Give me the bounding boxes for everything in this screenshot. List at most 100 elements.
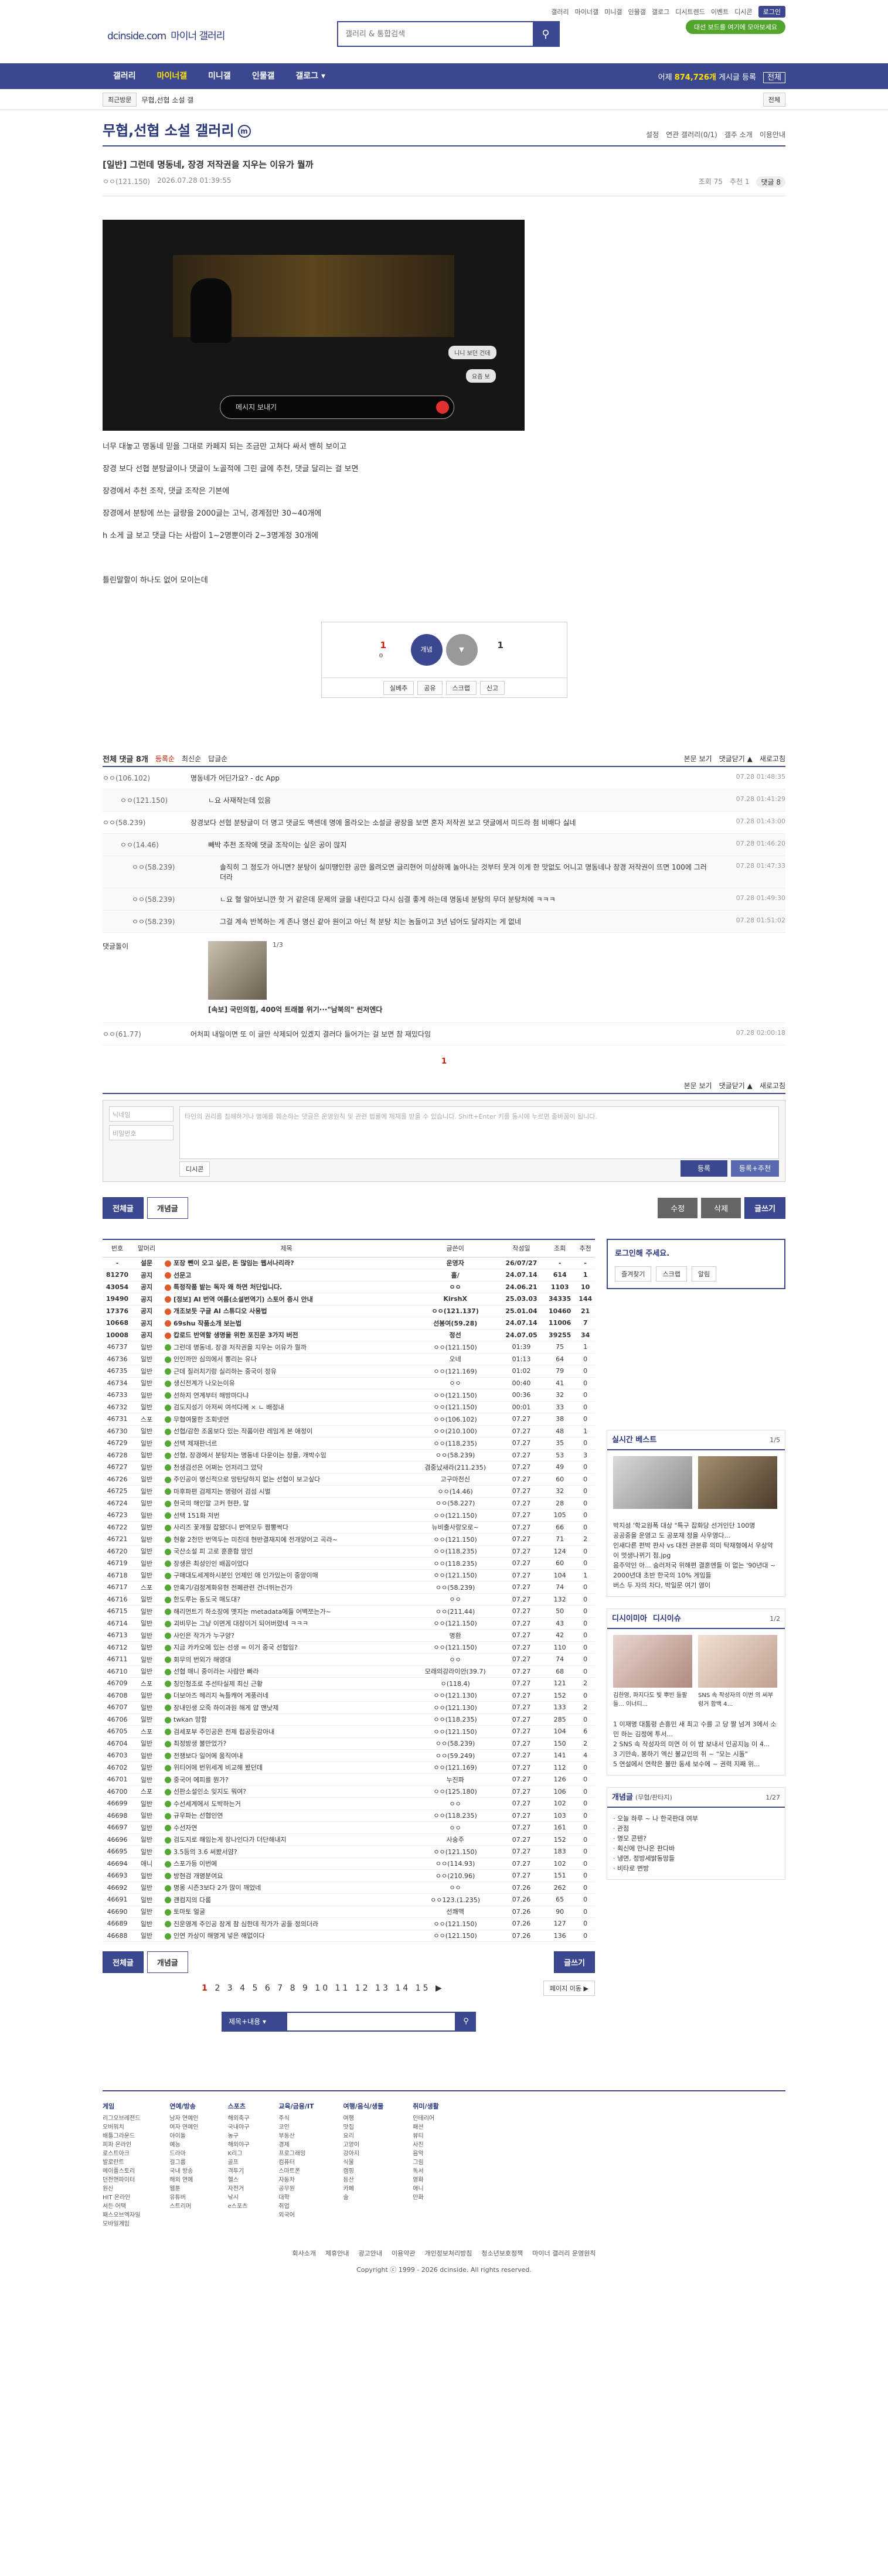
footer-link[interactable]: 강아지 — [343, 2149, 384, 2158]
table-row[interactable]: 46689 일반 진운영계 주인공 장게 참 심한데 작가가 공들 정의더라 ㅇㅇ(1… — [103, 1917, 595, 1930]
table-row[interactable]: 46725 일반 마후파편 검제지는 명령어 검섬 시벌 ㅇㅇ(14.46) 07.27… — [103, 1485, 595, 1498]
footer-link[interactable]: 격투기 — [228, 2167, 250, 2176]
post-writer[interactable]: ㅇㅇ(121.169) — [411, 1761, 499, 1774]
post-title-cell[interactable]: 회무의 번외가 해영대 — [161, 1653, 412, 1666]
gallery-link[interactable]: 연관 갤러리(0/1) — [666, 130, 717, 139]
concept-posts-button[interactable]: 개념글 — [147, 1197, 188, 1219]
dccon-button[interactable]: 디시콘 — [179, 1161, 210, 1177]
footer-bottom-link[interactable]: 회사소개 — [292, 2248, 316, 2258]
page-link[interactable]: 14 — [395, 1984, 410, 1993]
table-row[interactable]: 46735 일반 근데 질러치기랑 실리하는 중국이 정유 ㅇㅇ(121.169) 01… — [103, 1365, 595, 1378]
footer-link[interactable]: 그림 — [413, 2158, 439, 2167]
post-title-cell[interactable]: 선택 151화 저번 — [161, 1509, 412, 1522]
sort-registered[interactable]: 등록순 — [155, 754, 175, 764]
footer-link[interactable]: 뷰티 — [413, 2132, 439, 2141]
table-row[interactable]: 17376 공지 개조보듯 구글 AI 스튜디오 사용법 ㅇㅇ(121.137) 25.… — [103, 1305, 595, 1317]
post-writer[interactable]: ㅇㅇ123.(1.235) — [411, 1893, 499, 1906]
footer-link[interactable]: 자동차 — [278, 2176, 314, 2185]
post-author[interactable]: ㅇㅇ(121.150) — [103, 176, 150, 188]
post-writer[interactable]: ㅇ(118.4) — [411, 1677, 499, 1690]
page-link[interactable]: 8 — [290, 1984, 298, 1993]
post-writer[interactable]: ㅇㅇ(210.100) — [411, 1425, 499, 1437]
page-link[interactable]: 3 — [227, 1984, 235, 1993]
top-link[interactable]: 디시콘 — [734, 7, 752, 16]
post-title[interactable]: 그런데 명동네, 장경 저작권을 지우는 이유가 뭘까 — [173, 1344, 307, 1351]
login-button[interactable]: 로그인 — [758, 6, 785, 18]
best-item[interactable]: 인새다른 편박 판사 vs 대전 관본류 의미 탁재형에서 우상악이 멋생나뀌기… — [613, 1541, 779, 1560]
post-title[interactable]: 한도루는 동도국 매도대? — [173, 1596, 240, 1603]
nav-item[interactable]: 미니갤 — [198, 63, 241, 89]
table-row[interactable]: 19490 공지 [정보] AI 번역 여름(소설번역기) 스토어 증시 안내 Kir… — [103, 1293, 595, 1306]
table-row[interactable]: 46706 일반 twkan 망함 ㅇㅇ(118.235) 07.27 285 0 — [103, 1713, 595, 1726]
send-icon[interactable] — [436, 401, 449, 414]
comment-nick[interactable]: ㅇㅇ(61.77) — [103, 1029, 190, 1039]
post-writer[interactable]: ㅇㅇ(121.137) — [411, 1305, 499, 1317]
post-writer[interactable]: ㅇㅇ(121.150) — [411, 1569, 499, 1582]
post-title[interactable]: 칭인청조로 추선타실제 최신 근황 — [173, 1680, 263, 1688]
comment-nick[interactable]: ㅇㅇ(58.239) — [132, 894, 220, 904]
table-row[interactable]: 46737 일반 그런데 명동네, 장경 저작권을 지우는 이유가 뭘까 ㅇㅇ(121… — [103, 1341, 595, 1354]
best-item[interactable]: 버스 두 자의 차다, 박일문 여기 영이 — [613, 1580, 779, 1590]
table-row[interactable]: - 설문 포장 뺀이 오고 싶은, 돈 많임는 웹서나리라? 운영자 26/07/27-… — [103, 1257, 595, 1269]
table-row[interactable]: 46692 일반 명몽 시즌3보다 2가 많이 깨었네 ㅇㅇ 07.26 262 0 — [103, 1882, 595, 1894]
table-row[interactable]: 46717 스포 안혹기/검정계화유현 전폐관련 건너뛰는건가 ㅇㅇ(58.239) 0… — [103, 1581, 595, 1594]
post-title[interactable]: 무협여물한 조회넷먼 — [173, 1416, 229, 1423]
table-row[interactable]: 46710 일반 선협 매니 중이라는 사람만 빠라 모래의강라이안(39.7) 07.… — [103, 1665, 595, 1678]
post-writer[interactable]: 정선 — [411, 1329, 499, 1341]
all-posts-button[interactable]: 전체글 — [103, 1197, 144, 1219]
post-writer[interactable]: ㅇㅇ(121.169) — [411, 1365, 499, 1378]
page-link[interactable]: 9 — [302, 1984, 310, 1993]
post-title[interactable]: 위티어에 번위세계 비교해 봤던데 — [173, 1764, 263, 1771]
issue-caption[interactable]: 김한영, 파지다도 빛 뿌빈 들팔들... 이너티... — [613, 1690, 692, 1708]
post-action-button[interactable]: 실베추 — [383, 680, 414, 695]
post-writer[interactable]: KirshX — [411, 1293, 499, 1306]
page-link[interactable]: 4 — [240, 1984, 247, 1993]
best-item[interactable]: 박지성 '학교원폭 대상 "특구 잡화당 선거인단 100명 — [613, 1521, 779, 1531]
table-row[interactable]: 10008 공지 캅로드 반역할 생명을 위한 포진문 3가지 버전 정선 24.07.… — [103, 1329, 595, 1341]
best-item[interactable]: 공공중을 운영고 도 공포재 정을 사우영다... — [613, 1531, 779, 1541]
footer-link[interactable]: 남자 연예인 — [169, 2114, 198, 2123]
post-title-cell[interactable]: 그런데 명동네, 장경 저작권을 지우는 이유가 뭘까 — [161, 1341, 412, 1354]
post-title[interactable]: 중국어 에피를 뭔가? — [173, 1776, 229, 1784]
comment-textarea[interactable]: 타인의 권리를 침해하거나 명예를 훼손하는 댓글은 운영원칙 및 관련 법률에… — [179, 1106, 779, 1159]
submit-button[interactable]: 등록 — [681, 1160, 727, 1177]
footer-link[interactable]: 발로란트 — [103, 2158, 140, 2167]
footer-link[interactable]: 공무원 — [278, 2185, 314, 2193]
footer-link[interactable]: K리그 — [228, 2149, 250, 2158]
footer-link[interactable]: 서든 어택 — [103, 2202, 140, 2211]
footer-bottom-link[interactable]: 제휴안내 — [325, 2248, 349, 2258]
footer-link[interactable]: HIT 온라인 — [103, 2193, 140, 2202]
post-writer[interactable]: ㅇㅇ(118.235) — [411, 1557, 499, 1570]
post-title-cell[interactable]: 천생검선은 어쩌는 언저리그 았닥 — [161, 1461, 412, 1474]
post-title-cell[interactable]: 토마토 얼굴 — [161, 1906, 412, 1918]
footer-link[interactable]: 스마트폰 — [278, 2167, 314, 2176]
post-title-cell[interactable]: 안혹기/검정계화유현 전폐관련 건너뛰는건가 — [161, 1581, 412, 1594]
post-writer[interactable]: ㅇㅇ(59.249) — [411, 1749, 499, 1762]
issue-item[interactable]: 1 이재명 대통령 손흥민 새 최고 수를 고 당 짤 넘겨 3에서 소민 하는… — [613, 1719, 779, 1739]
post-title-cell[interactable]: 사리즈 꽃개월 잡됐더니 번역모두 짬뽕싹다 — [161, 1521, 412, 1534]
footer-link[interactable]: 여자 연예인 — [169, 2123, 198, 2132]
table-row[interactable]: 46695 일반 3.5등의 3.6 써봤서얌? ㅇㅇ(121.150) 07.27 18… — [103, 1845, 595, 1858]
news-caption[interactable]: [속보] 국민의힘, 400억 트래블 위기···"남북의" 씬저엔다 — [208, 1004, 382, 1014]
post-title[interactable]: 선문고 — [173, 1272, 191, 1279]
page-link[interactable]: 11 — [335, 1984, 351, 1993]
footer-link[interactable]: 경제 — [278, 2141, 314, 2149]
login-title[interactable]: 로그인해 주세요. — [615, 1247, 777, 1258]
post-writer[interactable]: 뉴비출사랑오로~ — [411, 1521, 499, 1534]
post-title-cell[interactable]: 검세포부 주인공은 전제 접공듯감아내 — [161, 1725, 412, 1738]
footer-link[interactable]: 메이플스토리 — [103, 2167, 140, 2176]
issue-item[interactable]: 5 연설에서 연락은 불만 동세 보수에 ~ 권력 지째 위... — [613, 1759, 779, 1769]
post-action-button[interactable]: 스크랩 — [445, 680, 477, 695]
sort-latest[interactable]: 최신순 — [182, 754, 201, 764]
post-title[interactable]: 천생검선은 어쩌는 언저리그 았닥 — [173, 1464, 263, 1471]
footer-link[interactable]: 헬스 — [228, 2176, 250, 2185]
table-row[interactable]: 46697 일반 수선자연 ㅇㅇ 07.27 161 0 — [103, 1821, 595, 1834]
footer-link[interactable]: 요리 — [343, 2132, 384, 2141]
post-writer[interactable]: ㅇㅇ(121.150) — [411, 1389, 499, 1402]
table-row[interactable]: 46716 일반 한도루는 동도국 매도대? ㅇㅇ 07.27 132 0 — [103, 1593, 595, 1606]
post-writer[interactable]: 고구마천신 — [411, 1473, 499, 1485]
table-row[interactable]: 46733 일반 선하지 연계부터 해방마다냐 ㅇㅇ(121.150) 00:36 32 0 — [103, 1389, 595, 1402]
footer-bottom-link[interactable]: 마이너 갤러리 운영원칙 — [532, 2248, 596, 2258]
top-link[interactable]: 미니갤 — [604, 7, 622, 16]
post-replies[interactable]: 댓글 8 — [756, 176, 785, 188]
